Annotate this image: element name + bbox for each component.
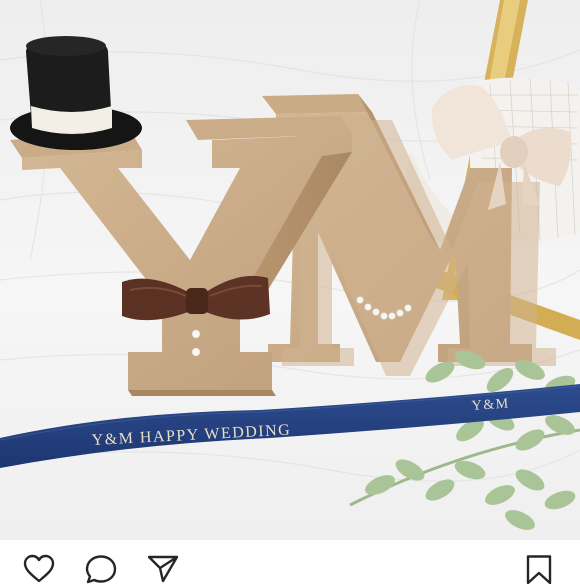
post-action-bar — [0, 540, 580, 584]
post-photo[interactable]: Y&M HAPPY WEDDING Y&M — [0, 0, 580, 540]
ribbon-text-end: Y&M — [471, 396, 510, 414]
